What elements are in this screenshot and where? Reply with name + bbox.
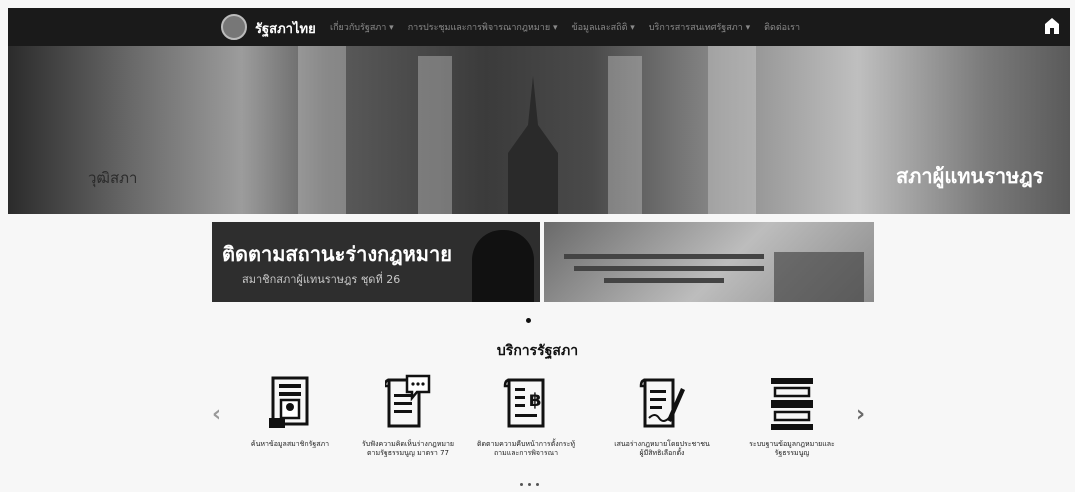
hero-pillar — [708, 46, 756, 214]
bookshelf-icon — [771, 378, 813, 430]
service-label: ติดตามความคืบหน้าการตั้งกระทู้ ถามและการ… — [476, 440, 576, 457]
banner-title: ติดตามสถานะร่างกฎหมาย — [222, 242, 452, 266]
service-label: เสนอร่างกฎหมายโดยประชาชน ผู้มีสิทธิเลือก… — [614, 440, 710, 457]
document-sign-icon — [639, 378, 685, 428]
service-label: ค้นหาข้อมูลสมาชิกรัฐสภา — [250, 440, 330, 448]
banner-person-image — [472, 230, 534, 302]
hero-link-senate[interactable]: วุฒิสภา — [88, 166, 137, 190]
service-label: รับฟังความคิดเห็นร่างกฎหมาย ตามรัฐธรรมนู… — [361, 440, 455, 457]
banner-text-line — [574, 266, 764, 271]
hero-pillar — [418, 56, 452, 214]
nav-item-about[interactable]: เกี่ยวกับรัฐสภา ▾ — [330, 20, 394, 34]
services-title: บริการรัฐสภา — [496, 343, 579, 359]
hero-link-house[interactable]: สภาผู้แทนราษฎร — [896, 160, 1043, 192]
nav-item-services[interactable]: บริการสารสนเทศรัฐสภา ▾ — [649, 20, 750, 34]
carousel-prev-button[interactable]: ‹ — [212, 402, 221, 427]
banner-secondary[interactable] — [544, 222, 874, 302]
document-comment-icon — [385, 374, 431, 428]
banner-people-image — [774, 252, 864, 302]
hero-pillar — [298, 46, 346, 214]
banner-subtitle: สมาชิกสภาผู้แทนราษฎร ชุดที่ 26 — [242, 273, 401, 286]
carousel-next-button[interactable]: › — [856, 402, 865, 427]
hero-pillar — [608, 56, 642, 214]
pagination-dot[interactable] — [520, 483, 523, 486]
pagination-dot[interactable] — [528, 483, 531, 486]
banner-bill-tracking[interactable]: ติดตามสถานะร่างกฎหมาย สมาชิกสภาผู้แทนราษ… — [212, 222, 540, 302]
nav-item-data[interactable]: ข้อมูลและสถิติ ▾ — [572, 20, 635, 34]
site-name[interactable]: รัฐสภาไทย — [255, 18, 316, 39]
hero-banner: วุฒิสภา สภาผู้แทนราษฎร — [8, 46, 1070, 214]
document-money-icon: ฿ — [503, 378, 545, 428]
main-nav: เกี่ยวกับรัฐสภา ▾ การประชุมและการพิจารณา… — [330, 20, 800, 34]
parliament-tower-image — [508, 76, 558, 214]
banner-text-line — [604, 278, 724, 283]
home-icon[interactable] — [1044, 17, 1060, 35]
pagination-dot[interactable] — [536, 483, 539, 486]
service-label: ระบบฐานข้อมูลกฎหมายและรัฐธรรมนูญ — [749, 440, 835, 457]
svg-text:฿: ฿ — [529, 390, 542, 411]
banner-text-line — [564, 254, 764, 259]
carousel-indicator[interactable] — [526, 318, 531, 323]
member-card-icon — [269, 376, 309, 428]
nav-item-contact[interactable]: ติดต่อเรา — [764, 20, 800, 34]
parliament-logo-icon[interactable] — [221, 14, 247, 40]
services-pagination — [520, 483, 539, 486]
nav-item-meetings[interactable]: การประชุมและการพิจารณากฎหมาย ▾ — [408, 20, 558, 34]
top-nav-bar: รัฐสภาไทย เกี่ยวกับรัฐสภา ▾ การประชุมและ… — [8, 8, 1070, 46]
